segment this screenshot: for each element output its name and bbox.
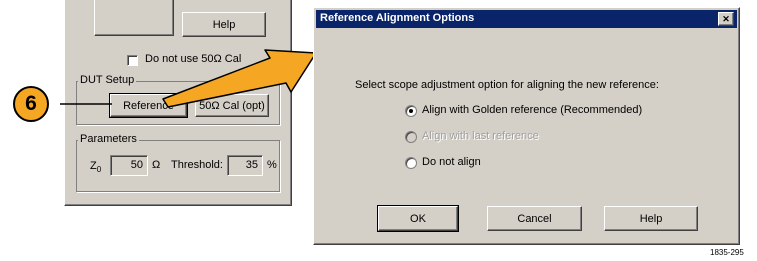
radio-align-last-label[interactable]: Align with last reference <box>422 130 539 142</box>
ok-button[interactable]: OK <box>377 205 459 232</box>
radio-do-not-align-label[interactable]: Do not align <box>422 156 481 168</box>
step-number: 6 <box>25 92 37 115</box>
cancel-button[interactable]: Cancel <box>487 206 582 231</box>
arrow-shape <box>162 49 317 108</box>
radio-align-golden-label[interactable]: Align with Golden reference (Recommended… <box>422 104 642 116</box>
help-button-dialog[interactable]: Help <box>604 206 698 231</box>
close-icon[interactable]: ✕ <box>718 12 734 26</box>
dialog-title: Reference Alignment Options <box>320 12 475 24</box>
radio-align-golden[interactable] <box>405 105 417 117</box>
radio-do-not-align[interactable] <box>405 157 417 169</box>
figure-number: 1835-295 <box>710 248 744 257</box>
radio-selected-dot <box>409 109 413 113</box>
step-badge: 6 <box>13 86 49 122</box>
radio-align-last[interactable] <box>405 131 417 143</box>
dialog-prompt: Select scope adjustment option for align… <box>355 79 659 91</box>
